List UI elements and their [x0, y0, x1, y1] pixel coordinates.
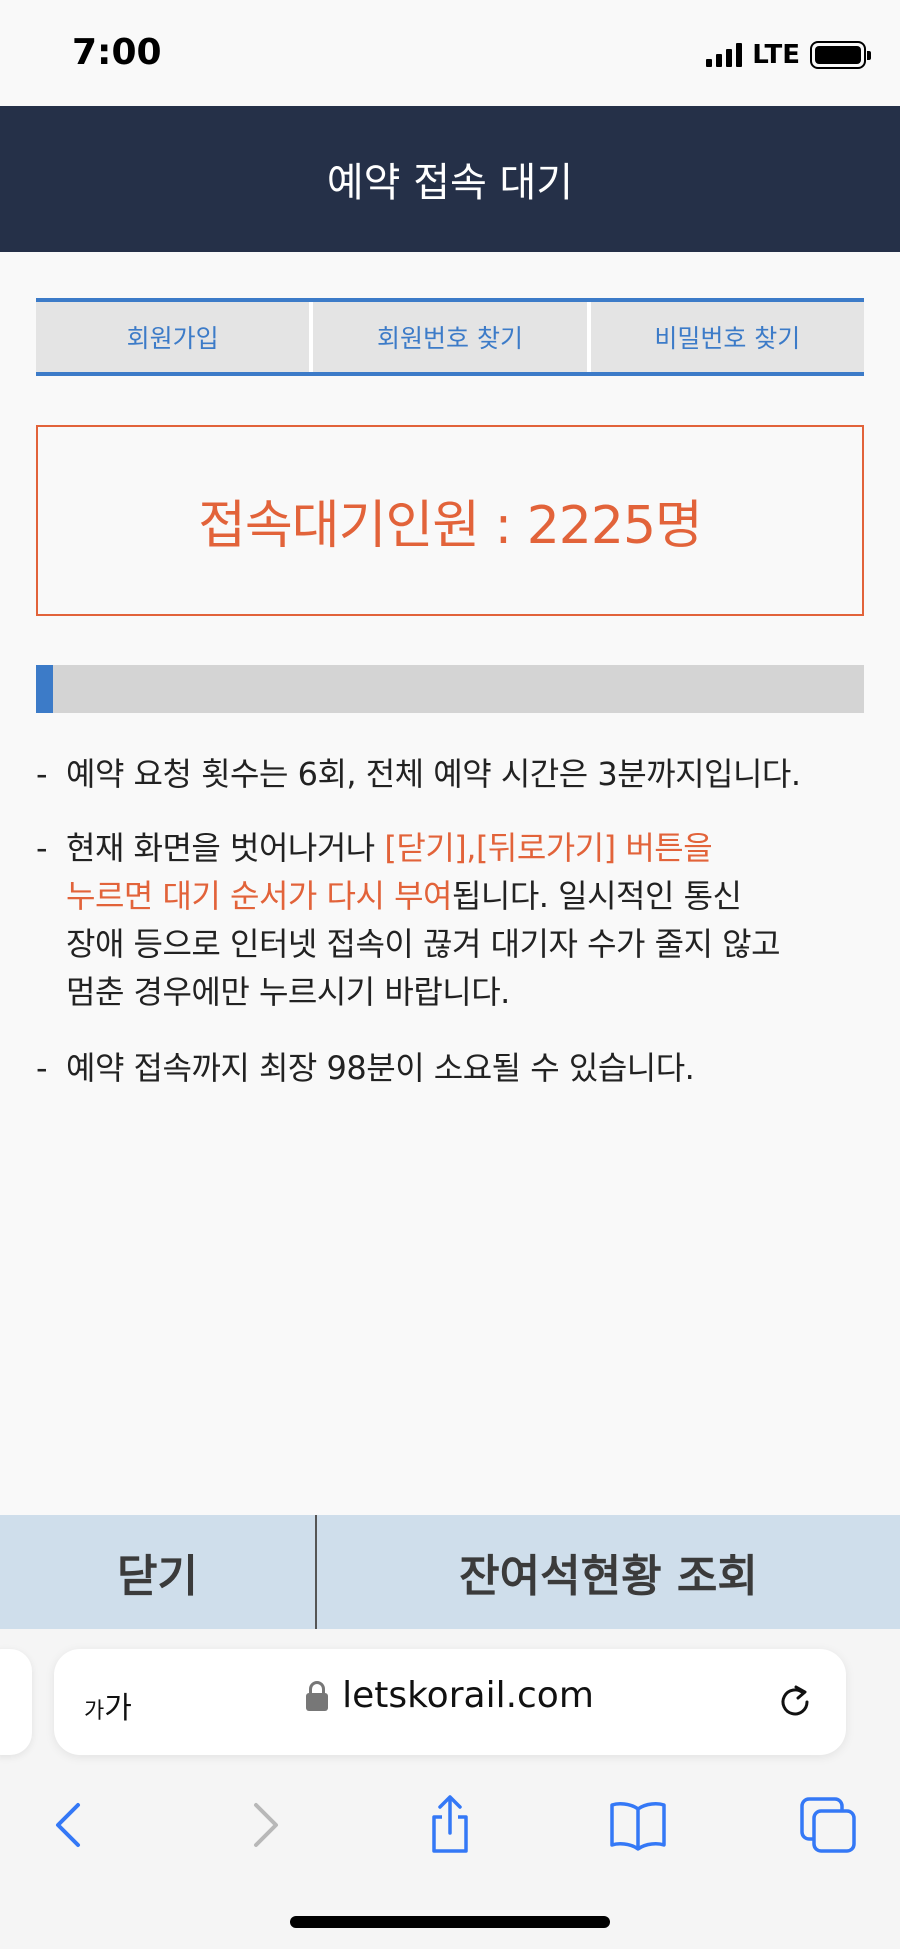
url-text: letskorail.com — [342, 1675, 594, 1716]
notice-highlight: [닫기],[뒤로가기] 버튼을 — [384, 829, 713, 867]
notice-item: - 예약 접속까지 최장 98분이 소요될 수 있습니다. — [36, 1044, 864, 1092]
tabs-icon[interactable] — [796, 1793, 860, 1857]
chevron-right-icon[interactable] — [232, 1793, 296, 1857]
share-icon[interactable] — [418, 1793, 482, 1857]
queue-count-text: 접속대기인원 : 2225명 — [198, 496, 703, 556]
lock-icon — [306, 1680, 329, 1711]
home-indicator — [290, 1916, 610, 1928]
network-label: LTE — [752, 40, 800, 70]
notice-item: - 현재 화면을 벗어나거나 [닫기],[뒤로가기] 버튼을 누르면 대기 순서… — [36, 824, 864, 1016]
notice-text: 예약 접속까지 최장 98분이 소요될 수 있습니다. — [66, 1049, 695, 1087]
status-indicators: LTE — [706, 40, 871, 70]
browser-toolbar — [0, 1779, 900, 1879]
signal-icon — [706, 43, 743, 67]
battery-icon — [810, 41, 871, 69]
bottom-action-bar: 닫기 잔여석현황 조회 — [0, 1515, 900, 1629]
status-time: 7:00 — [72, 32, 162, 73]
book-icon[interactable] — [606, 1793, 670, 1857]
queue-count-box: 접속대기인원 : 2225명 — [36, 425, 864, 616]
previous-tab-card[interactable] — [0, 1649, 32, 1755]
notice-text: 현재 화면을 벗어나거나 [닫기],[뒤로가기] 버튼을 누르면 대기 순서가 … — [66, 829, 781, 1011]
browser-chrome: 가가 letskorail.com — [0, 1629, 900, 1949]
page-title: 예약 접속 대기 — [326, 160, 574, 206]
tab-signup[interactable]: 회원가입 — [36, 302, 310, 372]
notice-dash: - — [36, 755, 48, 793]
account-tabs: 회원가입 회원번호 찾기 비밀번호 찾기 — [36, 298, 864, 376]
queue-progress-fill — [36, 665, 53, 713]
status-bar: 7:00 LTE — [0, 0, 900, 106]
notice-dash: - — [36, 1049, 48, 1087]
seat-status-button[interactable]: 잔여석현황 조회 — [317, 1515, 900, 1629]
queue-progress-bar — [36, 665, 864, 713]
chevron-left-icon[interactable] — [38, 1793, 102, 1857]
tab-find-password[interactable]: 비밀번호 찾기 — [590, 302, 864, 372]
notice-dash: - — [36, 829, 48, 867]
notice-item: - 예약 요청 횟수는 6회, 전체 예약 시간은 3분까지입니다. — [36, 750, 864, 798]
url-display[interactable]: letskorail.com — [54, 1675, 846, 1716]
address-bar[interactable]: 가가 letskorail.com — [54, 1649, 846, 1755]
notice-text: 예약 요청 횟수는 6회, 전체 예약 시간은 3분까지입니다. — [66, 755, 801, 793]
reload-icon[interactable] — [774, 1681, 816, 1723]
close-button[interactable]: 닫기 — [0, 1515, 317, 1629]
notice-highlight: 누르면 대기 순서가 다시 부여 — [66, 877, 452, 915]
page-header: 예약 접속 대기 — [0, 106, 900, 252]
tab-find-member-number[interactable]: 회원번호 찾기 — [313, 302, 587, 372]
